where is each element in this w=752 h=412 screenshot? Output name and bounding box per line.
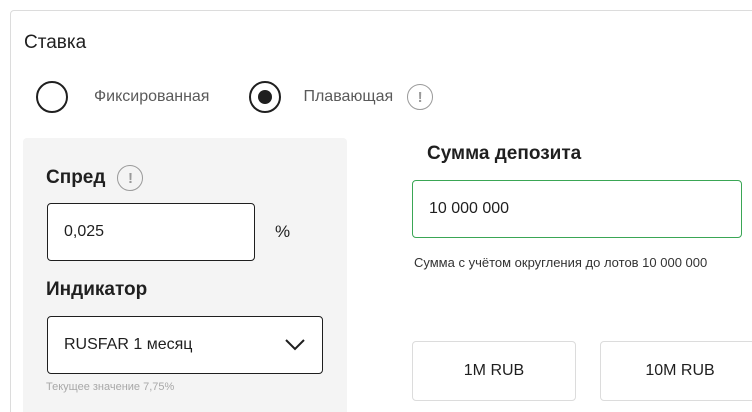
spread-label: Спред	[46, 167, 106, 188]
radio-floating-label[interactable]: Плавающая	[303, 88, 393, 106]
indicator-label: Индикатор	[46, 279, 148, 300]
deposit-label: Сумма депозита	[427, 143, 582, 164]
radio-fixed-label[interactable]: Фиксированная	[94, 88, 209, 106]
spread-label-row: Спред !	[46, 165, 144, 191]
floating-info-icon[interactable]: !	[407, 84, 434, 110]
spread-input[interactable]: 0,025	[47, 203, 255, 261]
spread-info-icon[interactable]: !	[117, 165, 144, 191]
radio-floating[interactable]: Плавающая !	[249, 81, 434, 113]
indicator-current-value: Текущее значение 7,75%	[46, 381, 175, 393]
deposit-amount-input[interactable]: 10 000 000	[412, 180, 742, 238]
chevron-down-icon	[285, 339, 305, 351]
indicator-select[interactable]: RUSFAR 1 месяц	[47, 316, 323, 374]
quick-amount-10m-button[interactable]: 10M RUB	[600, 341, 752, 401]
quick-amount-1m-button[interactable]: 1M RUB	[412, 341, 576, 401]
deposit-rounding-note: Сумма с учётом округления до лотов 10 00…	[414, 255, 708, 270]
indicator-selected-value: RUSFAR 1 месяц	[64, 336, 193, 353]
radio-fixed[interactable]: Фиксированная	[36, 81, 209, 113]
rate-type-radio-group: Фиксированная Плавающая !	[36, 80, 434, 114]
radio-fixed-circle[interactable]	[36, 81, 68, 113]
spread-unit: %	[275, 222, 291, 241]
rate-section-title: Ставка	[24, 32, 87, 53]
radio-floating-circle[interactable]	[249, 81, 282, 113]
radio-selected-dot	[258, 90, 273, 104]
